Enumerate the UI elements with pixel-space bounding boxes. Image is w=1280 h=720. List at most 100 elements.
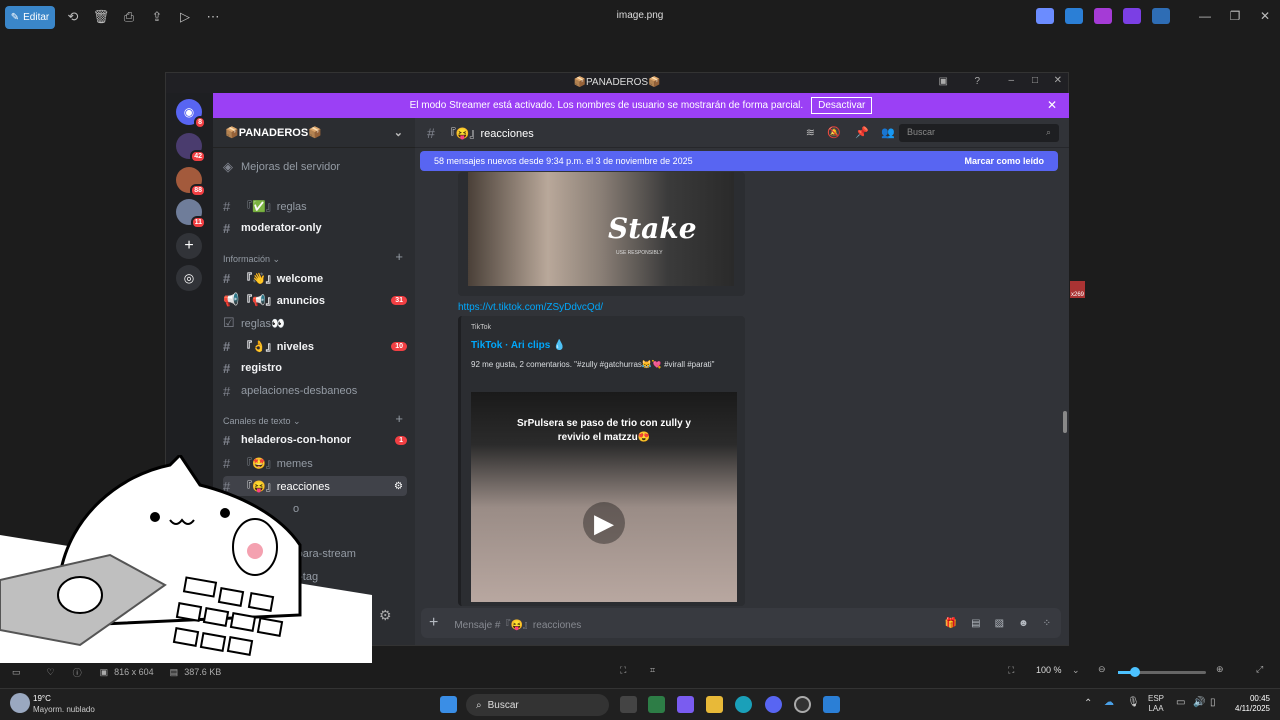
message-composer[interactable]: + Mensaje #『😝』reacciones 🎁 ▤ ▧ ☻ ⁘ [421,608,1061,638]
network-icon[interactable]: ▭ [1176,697,1185,708]
discord-icon[interactable] [765,696,782,713]
channel-niveles[interactable]: # 『👌』niveles 10 [223,336,407,356]
attach-plus-icon[interactable]: + [429,614,438,632]
category-canales-de-texto[interactable]: Canales de texto ⌄ [223,416,301,427]
inbox-icon[interactable]: ▣ [939,76,948,87]
tiktok-link[interactable]: https://vt.tiktok.com/ZSyDdvcQd/ [458,302,603,313]
chevron-down-icon[interactable]: ⌄ [1072,665,1080,676]
task-view-icon[interactable] [620,696,637,713]
volume-icon[interactable]: 🔊 [1193,697,1205,708]
search-input[interactable]: Buscar ⌕ [899,124,1059,142]
discord-home-icon[interactable]: ◉ 8 [176,99,206,129]
video-editor-icon[interactable] [1123,8,1141,24]
threads-icon[interactable]: ≋ [806,126,815,139]
banner-close-icon[interactable]: ✕ [1047,98,1057,112]
help-icon[interactable]: ? [974,76,980,87]
weather-icon[interactable] [10,693,30,713]
zoom-out-icon[interactable]: ⊖ [1098,664,1106,675]
video-thumbnail[interactable]: Stake USE RESPONSIBLY [468,172,734,286]
gear-icon[interactable]: ⚙ [394,481,403,492]
designer-icon[interactable] [1065,8,1083,24]
favorite-icon[interactable]: ♡ [47,667,55,678]
battery-icon[interactable]: ▯ [1210,697,1216,708]
edge-icon[interactable] [735,696,752,713]
clock[interactable]: 00:45 4/11/2025 [1226,694,1270,714]
embed-provider: TikTok [471,324,491,331]
start-icon[interactable] [440,696,457,713]
emoji-icon[interactable]: ☻ [1018,618,1029,629]
add-server-icon[interactable]: + [176,233,202,259]
steam-icon[interactable] [794,696,811,713]
sticker-icon[interactable]: ▧ [995,618,1004,629]
mark-read-button[interactable]: Marcar como leído [964,156,1044,166]
file-explorer-icon[interactable] [706,696,723,713]
minimize-icon[interactable]: — [1190,0,1220,32]
channel-label: registro [241,362,282,374]
taskbar-search[interactable]: ⌕ Buscar [466,694,609,716]
ocr-icon[interactable]: ⌗ [650,665,655,676]
window-controls: — ❐ ✕ [1190,0,1280,32]
maximize-icon[interactable]: ❐ [1220,0,1250,32]
fit-icon[interactable]: ⛶ [1008,665,1014,676]
taskbar-search-label: Buscar [487,699,519,711]
server-badge: 42 [190,150,206,163]
taskbar: 19°C Mayorm. nublado ⌕ Buscar ⌃ ☁ 🎙 ESP LA… [0,688,1280,720]
info-icon[interactable]: ⓘ [73,666,82,679]
chat-scrollbar[interactable] [1063,411,1067,433]
server-boost-item[interactable]: ◈ Mejoras del servidor [223,157,407,177]
store-icon[interactable] [648,696,665,713]
channel-heladeros[interactable]: # heladeros-con-honor 1 [223,430,407,450]
channel-registro[interactable]: # registro [223,358,407,378]
copilot-icon[interactable] [1036,8,1054,24]
play-icon[interactable]: ▶ [583,502,625,544]
crop-icon[interactable]: ⛶ [620,665,626,676]
zoom-slider[interactable] [1118,667,1206,677]
home-badge: 8 [194,116,206,129]
members-icon[interactable]: 👥 [881,126,895,139]
onedrive-icon[interactable] [1152,8,1170,24]
server-icon[interactable]: 11 [176,199,206,229]
discord-close-icon[interactable]: ✕ [1054,75,1062,86]
copilot-icon[interactable] [677,696,694,713]
deactivate-button[interactable]: Desactivar [811,97,873,114]
new-messages-text: 58 mensajes nuevos desde 9:34 p.m. el 3 … [434,156,693,166]
channel-rules-top[interactable]: # 『✅』reglas [223,196,407,216]
user-settings-icon[interactable]: ⚙ [379,607,392,624]
gift-icon[interactable]: 🎁 [945,618,957,629]
channel-reglas[interactable]: ☑ reglas👀 [223,313,407,333]
photos-icon[interactable] [823,696,840,713]
zoom-in-icon[interactable]: ⊕ [1216,664,1224,675]
zoom-level[interactable]: 100 % [1036,665,1062,675]
apps-icon[interactable]: ⁘ [1043,618,1051,629]
channel-apelaciones[interactable]: # apelaciones-desbaneos [223,381,407,401]
mic-icon[interactable]: 🎙 [1127,697,1140,708]
add-channel-icon[interactable]: + [395,411,403,426]
channel-anuncios[interactable]: 📢 『📢』anuncios 31 [223,290,407,310]
server-icon[interactable]: 88 [176,167,206,197]
add-channel-icon[interactable]: + [395,249,403,264]
embed-title[interactable]: TikTok · Ari clips 💧 [471,340,566,351]
tiktok-video[interactable]: SrPulsera se paso de trio con zully y re… [471,392,737,602]
mention-badge: 1 [395,435,407,445]
zoom-slider-thumb[interactable] [1130,667,1140,677]
weather-desc: Mayorm. nublado [33,705,95,714]
mute-icon[interactable]: 🔕 [827,126,841,139]
discord-minimize-icon[interactable]: – [1008,75,1014,86]
gif-icon[interactable]: ▤ [971,618,980,629]
onedrive-tray-icon[interactable]: ☁ [1104,697,1114,708]
channel-moderator-only[interactable]: # moderator-only [223,218,407,238]
language-indicator[interactable]: ESP LAA [1148,694,1164,714]
discord-maximize-icon[interactable]: □ [1032,75,1038,86]
tray-chevron-icon[interactable]: ⌃ [1084,698,1092,709]
discover-icon[interactable]: ◎ [176,265,202,291]
server-header[interactable]: 📦PANADEROS📦 ⌄ [213,118,415,148]
channel-welcome[interactable]: # 『👋』welcome [223,268,407,288]
close-icon[interactable]: ✕ [1250,0,1280,32]
clipchamp-icon[interactable] [1094,8,1112,24]
pin-icon[interactable]: 📌 [855,126,869,139]
server-icon[interactable]: 42 [176,133,206,163]
filmstrip-icon[interactable]: ▭ [12,667,21,678]
new-messages-bar[interactable]: 58 mensajes nuevos desde 9:34 p.m. el 3 … [420,151,1058,171]
category-informacion[interactable]: Información ⌄ [223,254,280,265]
fullscreen-icon[interactable]: ⤢ [1256,664,1263,675]
